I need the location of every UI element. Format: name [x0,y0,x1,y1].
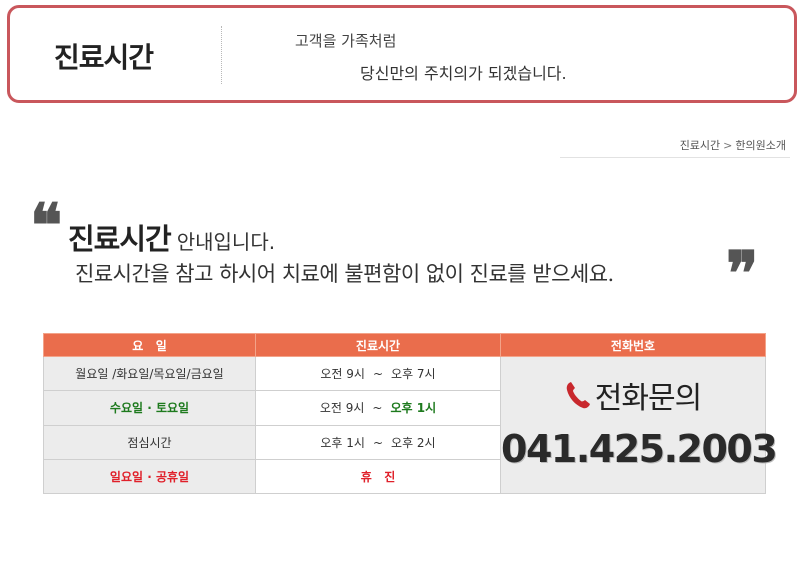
intro-subtitle: 진료시간을 참고 하시어 치료에 불편함이 없이 진료를 받으세요. [75,262,614,286]
intro-heading-rest: 안내입니다. [176,230,276,254]
column-header-day: 요 일 [43,332,256,358]
hours-cell: 오전 9시 ~ 오후 7시 [255,356,501,392]
column-header-phone: 전화번호 [500,332,766,358]
phone-label: 전화문의 [565,373,702,417]
breadcrumb-parent[interactable]: 한의원소개 [735,139,786,152]
day-cell: 수요일 · 토요일 [43,390,256,426]
phone-number[interactable]: 041.425.2003 [501,427,778,471]
phone-label-text: 전화문의 [594,381,702,417]
table-header-row: 요 일 진료시간 전화번호 [43,332,766,358]
hours-cell: 오후 1시 ~ 오후 2시 [255,424,501,460]
hours-tilde: ~ [372,367,384,382]
phone-icon [566,382,590,409]
hours-tilde: ~ [372,435,384,450]
page-title: 진료시간 [54,41,154,74]
intro-heading: 진료시간 안내입니다. [68,216,275,258]
hours-start: 오전 9시 [320,367,365,382]
header-divider [221,26,222,84]
day-cell: 일요일 · 공휴일 [43,458,256,495]
header-box: 진료시간 고객을 가족처럼 당신만의 주치의가 되겠습니다. [7,5,797,103]
open-quote-icon: ❝ [30,191,63,261]
phone-block: 전화문의 041.425.2003 [501,373,778,471]
slogan-line-2: 당신만의 주치의가 되겠습니다. [360,64,567,83]
table-row: 월요일 /화요일/목요일/금요일 오전 9시 ~ 오후 7시 전화문의 041.42… [43,356,778,494]
hours-start: 오전 9시 [319,401,365,416]
hours-tilde: ~ [372,401,383,416]
column-header-hours: 진료시간 [255,332,501,358]
hours-start: 오후 1시 [320,435,365,450]
breadcrumb-separator: > [723,139,733,152]
phone-cell: 전화문의 041.425.2003 [500,356,778,494]
intro-heading-strong: 진료시간 [68,222,172,256]
breadcrumb-divider [560,157,790,158]
schedule-table: 요 일 진료시간 전화번호 월요일 /화요일/목요일/금요일 오전 9시 ~ 오후 … [43,332,778,495]
hours-end: 오후 1시 [390,401,437,416]
day-cell: 월요일 /화요일/목요일/금요일 [43,356,256,392]
breadcrumb: 진료시간 > 한의원소개 [680,137,786,153]
slogan-line-1: 고객을 가족처럼 [295,32,397,50]
day-cell: 점심시간 [43,424,256,460]
hours-cell-closed: 휴 진 [255,458,501,495]
close-quote-icon: ❞ [726,239,759,309]
hours-cell: 오전 9시 ~ 오후 1시 [255,390,501,426]
hours-end: 오후 7시 [391,367,436,382]
hours-end: 오후 2시 [391,435,436,450]
breadcrumb-current[interactable]: 진료시간 [680,139,720,152]
